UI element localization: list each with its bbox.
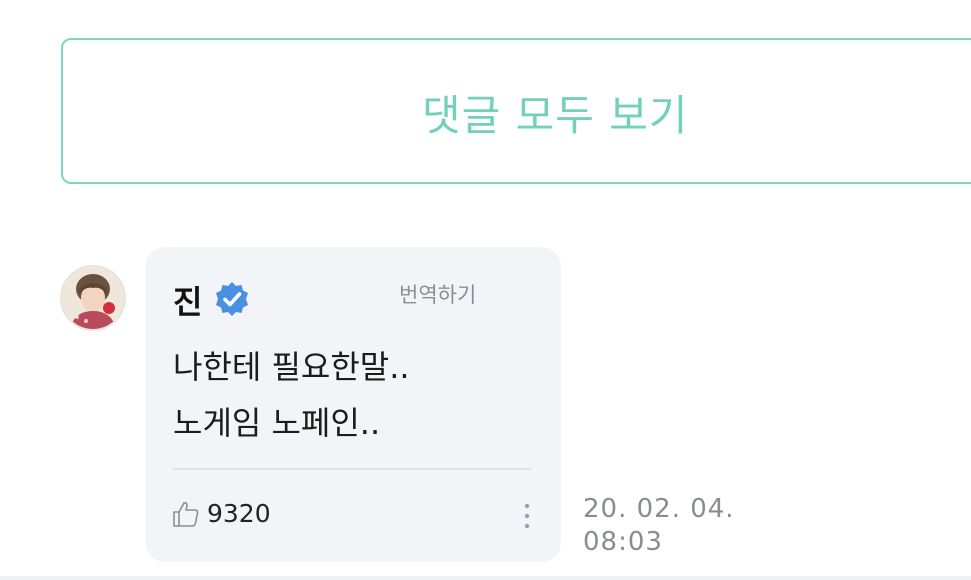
like-count: 9320 [207, 499, 271, 528]
comment-bubble: 진 번역하기 나한테 필요한말.. 노게임 노페인.. 9320 [145, 247, 561, 562]
thumbs-up-icon [173, 502, 199, 527]
avatar[interactable] [60, 265, 126, 331]
comment-timestamp: 20. 02. 04. 08:03 [583, 493, 735, 559]
more-options-icon[interactable] [517, 501, 537, 533]
comment-date: 20. 02. 04. [583, 494, 735, 524]
comment-author[interactable]: 진 [173, 277, 202, 323]
verified-badge-icon [216, 282, 248, 316]
like-button[interactable]: 9320 [171, 497, 311, 531]
view-all-comments-label[interactable]: 댓글 모두 보기 [422, 82, 689, 143]
comment-line: 노게임 노페인.. [173, 404, 381, 442]
translate-button[interactable]: 번역하기 [399, 279, 476, 309]
comment-page: 댓글 모두 보기 진 번역하기 나한테 필요한말.. 노게임 노페인.. 932… [0, 0, 971, 580]
comment-line: 나한테 필요한말.. [173, 348, 410, 386]
comment-text: 나한테 필요한말.. 노게임 노페인.. [173, 339, 410, 451]
avatar-image [62, 267, 124, 329]
comment-time: 08:03 [583, 527, 663, 557]
bottom-divider [0, 576, 971, 580]
divider [173, 468, 531, 470]
